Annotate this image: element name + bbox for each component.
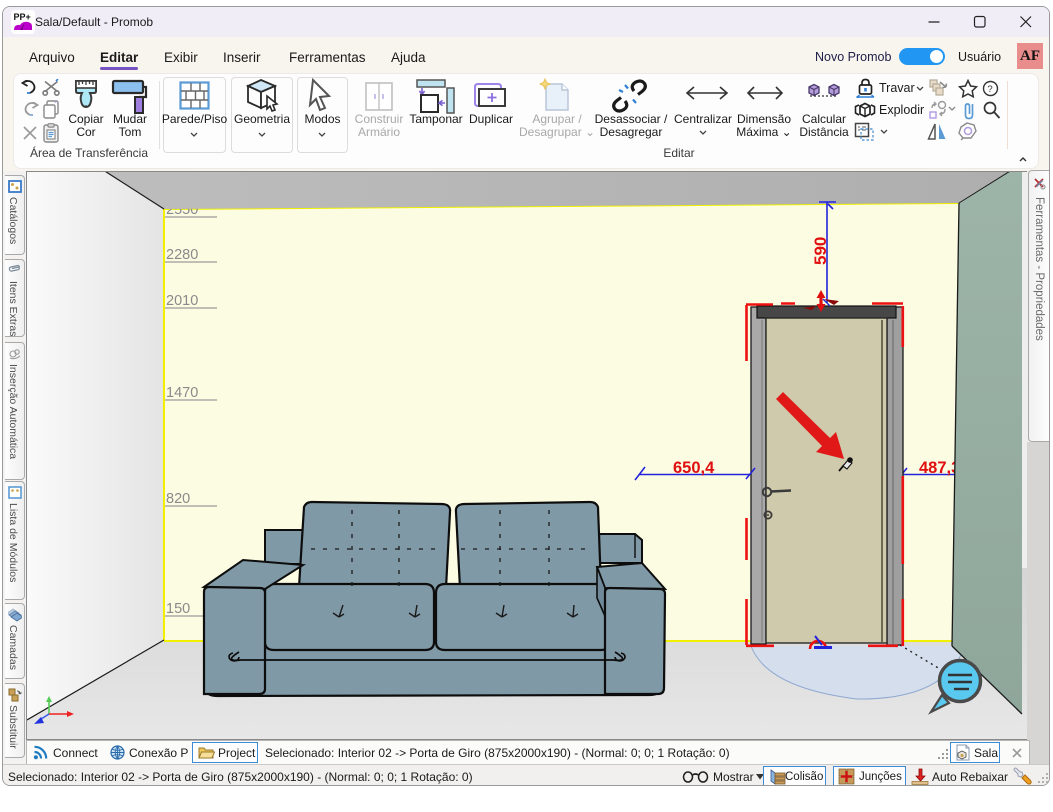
svg-text:2280: 2280 <box>166 247 198 263</box>
svg-text:820: 820 <box>166 491 190 507</box>
svg-text:2010: 2010 <box>166 293 198 309</box>
svg-text:PP+: PP+ <box>14 12 31 22</box>
svg-text:650,4: 650,4 <box>673 459 715 477</box>
svg-text:590: 590 <box>811 237 830 265</box>
svg-text:1470: 1470 <box>166 385 198 401</box>
svg-text:150: 150 <box>166 601 190 617</box>
svg-text:?: ? <box>987 84 992 95</box>
